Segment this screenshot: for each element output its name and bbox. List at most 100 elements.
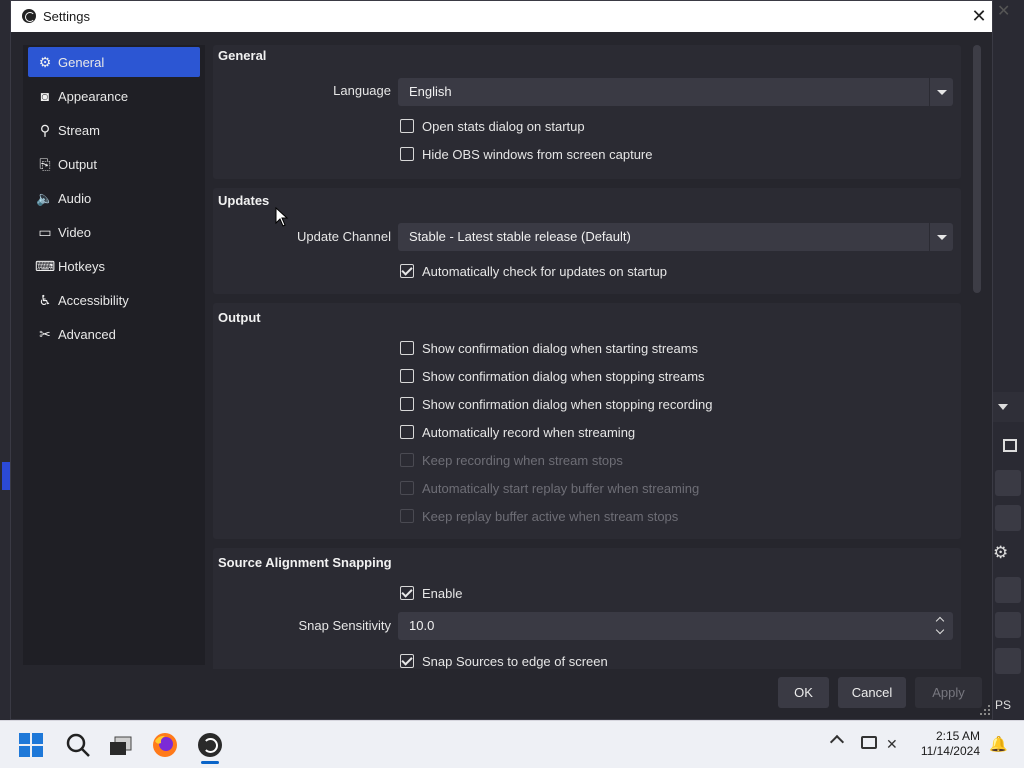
sidebar-item-label: Video [58, 224, 92, 240]
speaker-icon: 🔈 [36, 189, 54, 206]
sidebar-item-label: Hotkeys [58, 258, 105, 274]
update-channel-dropdown[interactable]: Stable - Latest stable release (Default) [398, 223, 953, 251]
checkbox-label: Keep replay buffer active when stream st… [422, 508, 679, 524]
system-clock[interactable]: 2:15 AM 11/14/2024 [906, 729, 980, 759]
task-view-icon[interactable] [107, 731, 135, 759]
background-fps-text: PS [995, 698, 1012, 712]
confirm-start-stream-checkbox[interactable]: Show confirmation dialog when starting s… [400, 339, 698, 357]
confirm-stop-stream-checkbox[interactable]: Show confirmation dialog when stopping s… [400, 367, 705, 385]
volume-muted-icon[interactable]: ✕ [886, 736, 898, 753]
language-label: Language [333, 83, 391, 98]
background-button [995, 577, 1021, 603]
obs-logo-icon [22, 9, 36, 23]
windows-start-icon[interactable] [19, 733, 44, 758]
checkbox-label: Keep recording when stream stops [422, 452, 623, 468]
background-dropdown [993, 392, 1024, 422]
group-title-general: General [218, 48, 267, 63]
sidebar-item-advanced[interactable]: ✂ Advanced [28, 319, 200, 349]
background-button [995, 612, 1021, 638]
checkbox-box [400, 147, 414, 161]
clock-time: 2:15 AM [935, 729, 980, 743]
background-button [995, 505, 1021, 531]
group-title-updates: Updates [218, 193, 270, 208]
sidebar-item-audio[interactable]: 🔈 Audio [28, 183, 200, 213]
snapping-enable-checkbox[interactable]: Enable [400, 584, 462, 602]
dialog-titlebar: Settings ✕ [11, 1, 992, 32]
updates-group: Updates Update Channel Stable - Latest s… [213, 188, 961, 294]
checkbox-label: Show confirmation dialog when starting s… [422, 340, 699, 356]
background-window-left-strip [0, 0, 10, 720]
vertical-scrollbar[interactable] [971, 45, 983, 669]
background-dock-icon [1003, 439, 1017, 452]
group-title-output: Output [218, 310, 261, 325]
firefox-icon[interactable] [151, 731, 179, 759]
settings-dialog: Settings ✕ ⚙ General ◙ Appearance ⚲ Stre… [10, 0, 993, 720]
auto-record-checkbox[interactable]: Automatically record when streaming [400, 423, 635, 441]
sidebar-item-label: Output [58, 156, 98, 172]
checkbox-box [400, 119, 414, 133]
antenna-icon: ⚲ [39, 121, 51, 138]
checkbox-box [400, 654, 414, 668]
confirm-stop-recording-checkbox[interactable]: Show confirmation dialog when stopping r… [400, 395, 713, 413]
sidebar-item-video[interactable]: ▭ Video [28, 217, 200, 247]
search-icon[interactable] [64, 731, 92, 759]
sidebar-item-label: Advanced [58, 326, 116, 342]
sidebar-item-output[interactable]: ⎘ Output [28, 149, 200, 179]
accessibility-icon: ♿ [38, 291, 52, 308]
background-gear-icon: ⚙ [993, 543, 1009, 562]
checkbox-label: Show confirmation dialog when stopping s… [422, 368, 705, 384]
hide-obs-checkbox[interactable]: Hide OBS windows from screen capture [400, 145, 652, 163]
scrollbar-thumb[interactable] [973, 45, 981, 293]
checkbox-box [400, 369, 414, 383]
tools-icon: ✂ [39, 325, 51, 342]
snap-sensitivity-spinbox[interactable]: 10.0 [398, 612, 953, 640]
spin-down-icon[interactable] [929, 626, 953, 640]
checkbox-label: Show confirmation dialog when stopping r… [422, 396, 713, 412]
settings-content: General Language English Open stats dial… [211, 45, 971, 669]
settings-sidebar: ⚙ General ◙ Appearance ⚲ Stream ⎘ Output… [23, 45, 205, 665]
checkbox-box [400, 586, 414, 600]
auto-check-updates-checkbox[interactable]: Automatically check for updates on start… [400, 262, 667, 280]
sidebar-item-stream[interactable]: ⚲ Stream [28, 115, 200, 145]
output-group: Output Show confirmation dialog when sta… [213, 303, 961, 539]
language-dropdown[interactable]: English [398, 78, 953, 106]
cancel-button[interactable]: Cancel [838, 677, 906, 708]
monitor-icon: ▭ [38, 223, 52, 240]
background-selection-marker [2, 462, 10, 490]
update-channel-value: Stable - Latest stable release (Default) [409, 229, 631, 244]
checkbox-label: Open stats dialog on startup [422, 118, 585, 134]
sidebar-item-label: Accessibility [58, 292, 129, 308]
checkbox-box [400, 264, 414, 278]
network-icon[interactable] [861, 736, 877, 749]
checkbox-label: Automatically check for updates on start… [422, 263, 667, 279]
chevron-down-icon [929, 78, 953, 106]
clock-date: 11/14/2024 [920, 744, 980, 758]
dialog-title: Settings [43, 9, 90, 24]
obs-taskbar-icon[interactable] [196, 731, 224, 764]
checkbox-box [400, 397, 414, 411]
language-value: English [409, 84, 452, 99]
tray-overflow-chevron-icon[interactable] [829, 734, 845, 750]
sidebar-item-label: Appearance [58, 88, 129, 104]
open-stats-checkbox[interactable]: Open stats dialog on startup [400, 117, 585, 135]
resize-grip-icon[interactable] [980, 705, 990, 715]
update-channel-label: Update Channel [297, 229, 391, 244]
background-close-icon: ✕ [997, 3, 1011, 20]
close-icon[interactable]: ✕ [967, 5, 991, 27]
sidebar-item-general[interactable]: ⚙ General [28, 47, 200, 77]
checkbox-box [400, 341, 414, 355]
checkbox-label: Snap Sources to edge of screen [422, 653, 608, 669]
checkbox-box [400, 509, 414, 523]
sidebar-item-appearance[interactable]: ◙ Appearance [28, 81, 200, 111]
ok-button[interactable]: OK [778, 677, 829, 708]
sidebar-item-hotkeys[interactable]: ⌨ Hotkeys [28, 251, 200, 281]
apply-button[interactable]: Apply [915, 677, 982, 708]
snap-edge-checkbox[interactable]: Snap Sources to edge of screen [400, 652, 608, 669]
notification-bell-icon[interactable]: 🔔 [989, 735, 1008, 753]
spin-up-icon[interactable] [929, 612, 953, 626]
checkbox-label: Automatically record when streaming [422, 424, 636, 440]
snap-sensitivity-label: Snap Sensitivity [298, 618, 392, 633]
sidebar-item-accessibility[interactable]: ♿ Accessibility [28, 285, 200, 315]
background-window-right-strip: ✕ ⚙ PS [993, 0, 1024, 720]
checkbox-label: Hide OBS windows from screen capture [422, 146, 653, 162]
